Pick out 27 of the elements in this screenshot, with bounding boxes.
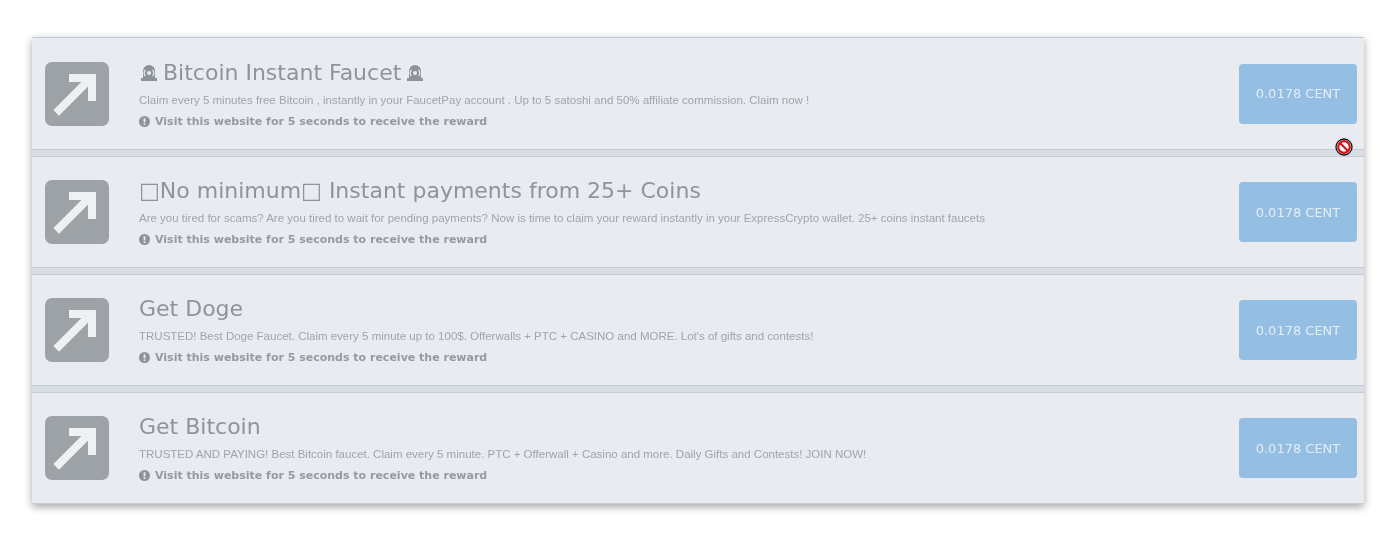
exclamation-icon [139, 470, 150, 481]
reward-button[interactable]: 0.0178 CENT [1239, 63, 1357, 124]
offer-title[interactable]: □No minimum□ Instant payments from 25+ Coins [139, 178, 701, 203]
reward-button[interactable]: 0.0178 CENT [1239, 182, 1357, 242]
external-link-icon[interactable] [45, 61, 109, 126]
external-link-icon[interactable] [45, 180, 109, 244]
offer-description: Claim every 5 minutes free Bitcoin , instantly in your FaucetPay account . Up to 5 satoshi and 50% affiliate commission. Claim now ! [139, 93, 811, 106]
external-link-icon[interactable] [45, 416, 109, 480]
siren-icon [139, 62, 159, 82]
siren-icon [405, 62, 426, 82]
reward-button[interactable]: 0.0178 CENT [1239, 300, 1357, 360]
offer-title[interactable]: Get Doge [139, 296, 244, 321]
exclamation-icon [139, 352, 150, 363]
offer-description: TRUSTED AND PAYING! Best Bitcoin faucet. Claim every 5 minute. PTC + Offerwall + Casino and more. Daily Gifts and Contests! JOIN NOW! [139, 448, 868, 460]
reward-button[interactable]: 0.0178 CENT [1239, 418, 1357, 478]
external-link-icon[interactable] [45, 298, 109, 362]
no-entry-icon [1335, 138, 1353, 156]
offer-description: TRUSTED! Best Doge Faucet. Claim every 5 minute up to 100$. Offerwalls + PTC + CASINO and MORE. Lot's of gifts and contests! [139, 330, 815, 342]
exclamation-icon [139, 115, 150, 127]
exclamation-icon [139, 234, 150, 245]
reward-note: Visit this website for 5 seconds to receive the reward [155, 233, 488, 246]
reward-note: Visit this website for 5 seconds to receive the reward [155, 351, 488, 364]
reward-note: Visit this website for 5 seconds to receive the reward [155, 469, 488, 482]
offer-title[interactable]: Bitcoin Instant Faucet [163, 59, 402, 85]
offer-title[interactable]: Get Bitcoin [139, 414, 261, 439]
reward-note: Visit this website for 5 seconds to receive the reward [155, 114, 488, 128]
offer-description: Are you tired for scams? Are you tired to wait for pending payments? Now is time to claim your reward instantly in your ExpressCrypto wallet. 25+ coins instant faucets [139, 212, 986, 224]
